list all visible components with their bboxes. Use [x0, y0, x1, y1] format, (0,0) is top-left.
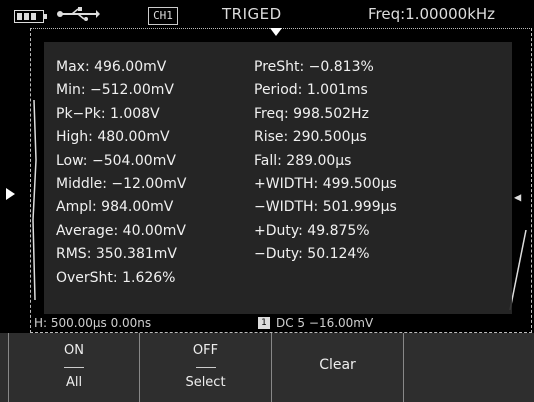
top-status-bar: CH1 TRIGED Freq:1.00000kHz	[0, 0, 534, 28]
softkey-clear[interactable]: Clear	[272, 333, 404, 402]
oscilloscope-screen: CH1 TRIGED Freq:1.00000kHz ◀ Max: 496.00…	[0, 0, 534, 402]
measure-neg-duty: −Duty: 50.124%	[254, 246, 370, 263]
measurement-column-left: Max: 496.00mV Min: −512.00mV Pk−Pk: 1.00…	[56, 56, 186, 290]
measure-neg-width: −WIDTH: 501.999µs	[254, 199, 397, 216]
measure-rms: RMS: 350.381mV	[56, 246, 177, 263]
trigger-level-marker: ◀	[514, 190, 522, 204]
measure-preshoot: PreSht: −0.813%	[254, 59, 374, 75]
measurement-panel: Max: 496.00mV Min: −512.00mV Pk−Pk: 1.00…	[44, 42, 512, 314]
usb-icon-glyph	[57, 7, 100, 21]
measure-freq: Freq: 998.502Hz	[254, 105, 369, 122]
measure-rise: Rise: 290.500µs	[254, 129, 367, 146]
softkey-select[interactable]: OFF Select	[140, 333, 272, 402]
measure-overshoot: OverSht: 1.626%	[56, 269, 176, 286]
softkey-all[interactable]: ON All	[8, 333, 140, 402]
measure-high: High: 480.00mV	[56, 129, 170, 146]
softkey-divider	[64, 367, 84, 368]
timebase-readout: H: 500.00µs 0.00ns	[34, 316, 152, 330]
softkey-all-state: ON	[64, 343, 84, 358]
measure-pos-duty: +Duty: 49.875%	[254, 222, 370, 239]
channel-level-marker	[6, 188, 15, 200]
softkey-clear-label: Clear	[319, 357, 356, 373]
measure-pk-pk: Pk−Pk: 1.008V	[56, 105, 160, 122]
channel-number-box: 1	[258, 317, 270, 329]
measure-pos-width: +WIDTH: 499.500µs	[254, 175, 397, 192]
measure-max: Max: 496.00mV	[56, 59, 167, 75]
battery-icon	[14, 10, 47, 23]
softkey-bar: ON All OFF Select Clear	[0, 333, 534, 402]
softkey-empty[interactable]	[404, 333, 534, 402]
measure-middle: Middle: −12.00mV	[56, 175, 187, 192]
softkey-divider	[195, 367, 216, 368]
softkey-select-label: Select	[185, 375, 226, 390]
bottom-status-line: H: 500.00µs 0.00ns 1 DC 5 −16.00mV	[30, 314, 532, 333]
softkey-select-state: OFF	[192, 343, 219, 358]
waveform-trace-left	[32, 100, 37, 300]
trigger-status: TRIGED	[222, 5, 282, 23]
usb-icon	[56, 6, 100, 26]
frequency-readout: Freq:1.00000kHz	[368, 5, 496, 23]
softkey-all-label: All	[65, 375, 83, 390]
measure-ampl: Ampl: 984.00mV	[56, 199, 174, 216]
measure-period: Period: 1.001ms	[254, 82, 368, 99]
measurement-column-right: PreSht: −0.813% Period: 1.001ms Freq: 99…	[254, 56, 397, 267]
measure-fall: Fall: 289.00µs	[254, 152, 352, 169]
measure-average: Average: 40.00mV	[56, 222, 186, 239]
measure-low: Low: −504.00mV	[56, 152, 176, 169]
channel-info-readout: DC 5 −16.00mV	[276, 316, 374, 330]
trigger-position-marker	[270, 28, 282, 36]
measure-min: Min: −512.00mV	[56, 82, 174, 99]
channel-badge: CH1	[148, 7, 178, 25]
